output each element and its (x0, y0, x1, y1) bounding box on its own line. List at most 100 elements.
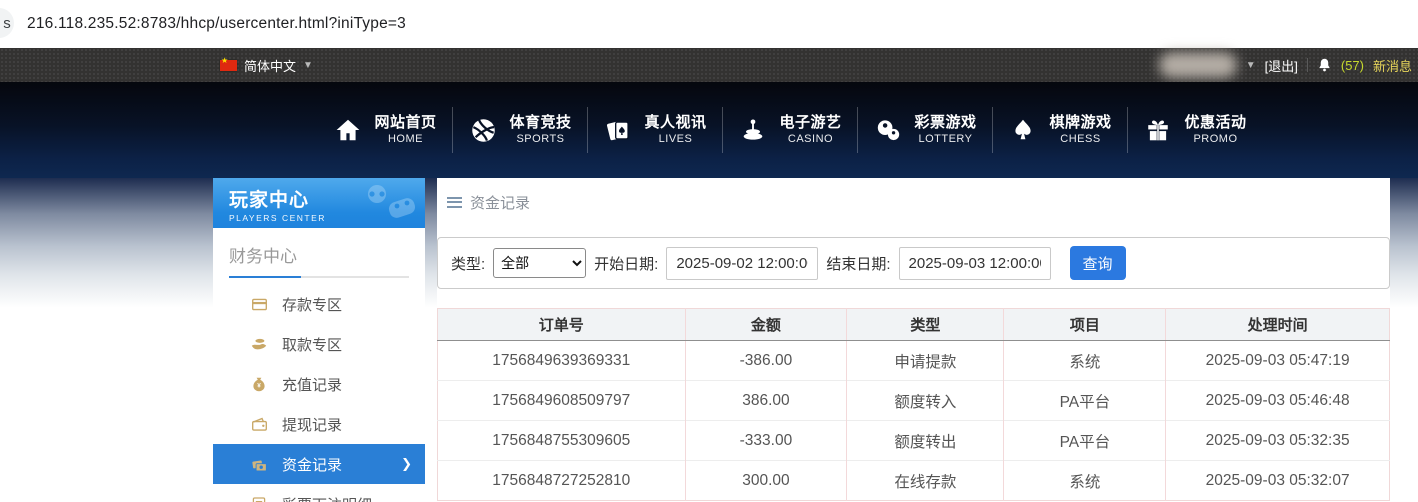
cell-type: 在线存款 (847, 461, 1004, 501)
sidebar-section-underline (229, 276, 409, 278)
chevron-right-icon: ❯ (401, 456, 412, 472)
gamepad-icon (359, 182, 419, 227)
cell-project: 系统 (1004, 341, 1166, 381)
nav-item-lives[interactable]: 真人视讯LIVES (588, 82, 722, 178)
filter-bar: 类型: 全部 开始日期: 结束日期: 查询 (437, 237, 1390, 289)
cell-project: PA平台 (1004, 421, 1166, 461)
cell-amount: 386.00 (685, 381, 847, 421)
column-header-order-no: 订单号 (438, 309, 686, 341)
user-actions: ▼ [退出] (57) 新消息 (1159, 52, 1418, 78)
language-selector[interactable]: 简体中文 ▼ (220, 56, 313, 75)
sidebar-item-label: 存款专区 (282, 294, 342, 315)
sidebar-menu: 存款专区 取款专区 ¥ 充值记录 提现记录 (213, 284, 425, 502)
document-icon (250, 495, 268, 502)
nav-label-cn: 优惠活动 (1184, 114, 1246, 133)
sidebar-item-label: 彩票下注明细 (282, 494, 372, 502)
type-select[interactable]: 全部 (493, 248, 586, 278)
page: s 216.118.235.52:8783/hhcp/usercenter.ht… (0, 0, 1418, 502)
column-header-project: 项目 (1004, 309, 1166, 341)
nav-label-en: CASINO (788, 133, 833, 147)
nav-item-home[interactable]: 网站首页HOME (318, 82, 452, 178)
cell-project: PA平台 (1004, 381, 1166, 421)
nav-label-cn: 网站首页 (374, 114, 436, 133)
end-date-label: 结束日期: (826, 253, 890, 274)
sidebar-item-label: 充值记录 (282, 374, 342, 395)
cell-time: 2025-09-03 05:32:35 (1166, 421, 1390, 461)
breadcrumb: 资金记录 (437, 178, 1390, 213)
withdraw-hand-icon (250, 335, 268, 353)
nav-label-en: SPORTS (516, 133, 564, 147)
svg-text:¥: ¥ (257, 382, 261, 389)
sidebar-item-label: 取款专区 (282, 334, 342, 355)
chevron-down-icon[interactable]: ▼ (1246, 60, 1256, 71)
china-flag-icon (220, 60, 237, 71)
sidebar-item-withdraw-zone[interactable]: 取款专区 (213, 324, 425, 364)
deposit-card-icon (250, 295, 268, 313)
cell-order-no: 1756848755309605 (438, 421, 686, 461)
nav-label-en: CHESS (1060, 133, 1100, 147)
table-row: 1756848727252810 300.00 在线存款 系统 2025-09-… (438, 461, 1390, 501)
sidebar-item-deposit-zone[interactable]: 存款专区 (213, 284, 425, 324)
roulette-icon (738, 115, 768, 145)
cell-type: 额度转出 (847, 421, 1004, 461)
nav-item-promo[interactable]: 优惠活动PROMO (1128, 82, 1262, 178)
cell-amount: 300.00 (685, 461, 847, 501)
playing-cards-icon (603, 115, 633, 145)
logout-link[interactable]: [退出] (1265, 56, 1298, 75)
cell-order-no: 1756849639369331 (438, 341, 686, 381)
start-date-label: 开始日期: (594, 253, 658, 274)
funds-record-icon (250, 455, 268, 473)
sidebar-item-lottery-bet-detail[interactable]: 彩票下注明细 (213, 484, 425, 502)
nav-label-cn: 彩票游戏 (914, 114, 976, 133)
new-message-link[interactable]: 新消息 (1373, 56, 1412, 75)
nav-item-chess[interactable]: 棋牌游戏CHESS (993, 82, 1127, 178)
start-date-input[interactable] (666, 247, 818, 280)
main-nav: 网站首页HOME 体育竞技SPORTS 真人视讯LIVES (0, 82, 1418, 178)
nav-label-cn: 棋牌游戏 (1049, 114, 1111, 133)
nav-item-lottery[interactable]: 彩票游戏LOTTERY (858, 82, 992, 178)
cell-time: 2025-09-03 05:47:19 (1166, 341, 1390, 381)
nav-label-cn: 电子游艺 (779, 114, 841, 133)
nav-label-en: LOTTERY (918, 133, 972, 147)
sidebar-item-funds-record[interactable]: 资金记录 ❯ (213, 444, 425, 484)
user-bar: 简体中文 ▼ ▼ [退出] (57) 新消息 (0, 48, 1418, 82)
username-blurred[interactable] (1159, 52, 1237, 78)
search-button[interactable]: 查询 (1070, 246, 1126, 280)
browser-address-bar: s 216.118.235.52:8783/hhcp/usercenter.ht… (0, 0, 1418, 48)
sidebar-item-withdrawal-record[interactable]: 提现记录 (213, 404, 425, 444)
end-date-input[interactable] (899, 247, 1051, 280)
sidebar-header: 玩家中心 PLAYERS CENTER (213, 178, 425, 228)
cell-order-no: 1756849608509797 (438, 381, 686, 421)
main-panel: 资金记录 类型: 全部 开始日期: 结束日期: 查询 订单号 金额 类型 项目 … (437, 178, 1390, 502)
url-text[interactable]: 216.118.235.52:8783/hhcp/usercenter.html… (27, 15, 406, 33)
cell-time: 2025-09-03 05:46:48 (1166, 381, 1390, 421)
cell-amount: -386.00 (685, 341, 847, 381)
chevron-down-icon: ▼ (303, 60, 313, 71)
language-label: 简体中文 (244, 56, 296, 75)
message-count[interactable]: (57) (1341, 58, 1364, 73)
home-icon (333, 115, 363, 145)
cell-order-no: 1756848727252810 (438, 461, 686, 501)
nav-label-en: HOME (388, 133, 423, 147)
divider (1307, 58, 1308, 72)
cell-amount: -333.00 (685, 421, 847, 461)
column-header-type: 类型 (847, 309, 1004, 341)
table-row: 1756849639369331 -386.00 申请提款 系统 2025-09… (438, 341, 1390, 381)
cell-type: 额度转入 (847, 381, 1004, 421)
cell-type: 申请提款 (847, 341, 1004, 381)
site-badge-letter: s (3, 15, 11, 32)
sidebar-section-title: 财务中心 (213, 228, 425, 267)
type-label: 类型: (451, 253, 485, 274)
gift-icon (1143, 115, 1173, 145)
table-row: 1756848755309605 -333.00 额度转出 PA平台 2025-… (438, 421, 1390, 461)
sidebar-item-recharge-record[interactable]: ¥ 充值记录 (213, 364, 425, 404)
column-header-time: 处理时间 (1166, 309, 1390, 341)
sidebar-item-label: 提现记录 (282, 414, 342, 435)
nav-item-sports[interactable]: 体育竞技SPORTS (453, 82, 587, 178)
bell-icon[interactable] (1317, 57, 1332, 73)
spade-icon (1008, 115, 1038, 145)
cell-time: 2025-09-03 05:32:07 (1166, 461, 1390, 501)
nav-item-casino[interactable]: 电子游艺CASINO (723, 82, 857, 178)
nav-label-cn: 真人视讯 (644, 114, 706, 133)
sidebar-item-label: 资金记录 (282, 454, 342, 475)
